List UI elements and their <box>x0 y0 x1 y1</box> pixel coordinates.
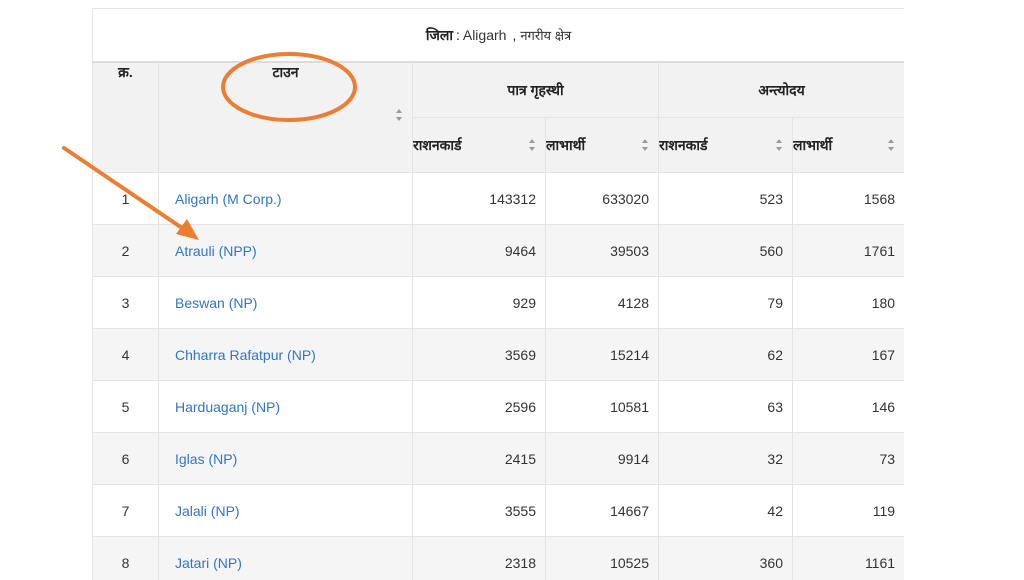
table-row: 8 Jatari (NP) 2318 10525 360 1161 <box>92 536 904 580</box>
header-serial: क्र. <box>92 61 159 173</box>
header-aay-ration-cards[interactable]: राशनकार्ड <box>658 117 793 173</box>
table-row: 1 Aligarh (M Corp.) 143312 633020 523 15… <box>92 172 904 225</box>
table-row: 4 Chharra Rafatpur (NP) 3569 15214 62 16… <box>92 328 904 381</box>
cell-aay-beneficiaries: 1568 <box>791 172 904 225</box>
caption-comma: , <box>512 26 517 43</box>
cell-town: Aligarh (M Corp.) <box>158 172 413 225</box>
cell-ph-beneficiaries: 9914 <box>545 432 659 485</box>
header-ph-ration-cards-label: राशनकार्ड <box>413 136 462 153</box>
cell-aay-beneficiaries: 180 <box>791 276 904 329</box>
cell-aay-cards: 63 <box>658 380 793 433</box>
cell-serial: 6 <box>92 432 159 485</box>
town-link[interactable]: Atrauli (NPP) <box>175 243 257 259</box>
header-town[interactable]: टाउन <box>158 61 413 173</box>
cell-aay-cards: 42 <box>658 484 793 537</box>
header-ph-ration-cards[interactable]: राशनकार्ड <box>412 117 546 173</box>
cell-aay-beneficiaries: 146 <box>791 380 904 433</box>
header-group-eligible-household: पात्र गृहस्थी <box>412 61 659 118</box>
town-link[interactable]: Beswan (NP) <box>175 295 257 311</box>
header-row-top: क्र. टाउन पात्र गृहस्थी अन्त्योदय <box>92 61 904 173</box>
cell-ph-beneficiaries: 14667 <box>545 484 659 537</box>
header-group-antyodaya-label: अन्त्योदय <box>758 81 805 98</box>
cell-town: Harduaganj (NP) <box>158 380 413 433</box>
header-ph-beneficiaries-label: लाभार्थी <box>546 136 586 153</box>
table-caption: जिला: Aligarh, नगरीय क्षेत्र <box>92 8 904 63</box>
cell-town: Jatari (NP) <box>158 536 413 580</box>
table-row: 3 Beswan (NP) 929 4128 79 180 <box>92 276 904 329</box>
cell-aay-cards: 360 <box>658 536 793 580</box>
town-link[interactable]: Jalali (NP) <box>175 503 240 519</box>
area-type: नगरीय क्षेत्र <box>520 27 572 43</box>
table-row: 6 Iglas (NP) 2415 9914 32 73 <box>92 432 904 485</box>
cell-serial: 2 <box>92 224 159 277</box>
cell-aay-cards: 32 <box>658 432 793 485</box>
cell-town: Chharra Rafatpur (NP) <box>158 328 413 381</box>
cell-aay-cards: 62 <box>658 328 793 381</box>
ration-card-table-container: जिला: Aligarh, नगरीय क्षेत्र क्र. टाउन पात… <box>92 8 904 580</box>
cell-serial: 7 <box>92 484 159 537</box>
header-group-antyodaya: अन्त्योदय <box>657 61 904 118</box>
header-serial-label: क्र. <box>118 64 133 80</box>
district-value: Aligarh <box>462 26 507 43</box>
cell-aay-cards: 560 <box>658 224 793 277</box>
screenshot-stage: जिला: Aligarh, नगरीय क्षेत्र क्र. टाउन पात… <box>0 0 1024 580</box>
cell-serial: 1 <box>92 172 159 225</box>
cell-aay-beneficiaries: 119 <box>791 484 904 537</box>
table-row: 5 Harduaganj (NP) 2596 10581 63 146 <box>92 380 904 433</box>
cell-ph-beneficiaries: 633020 <box>545 172 659 225</box>
town-link[interactable]: Chharra Rafatpur (NP) <box>175 347 316 363</box>
town-link[interactable]: Jatari (NP) <box>175 555 242 571</box>
sort-icon[interactable] <box>396 109 402 121</box>
sort-icon[interactable] <box>888 139 895 151</box>
cell-ph-beneficiaries: 10581 <box>545 380 659 433</box>
cell-ph-cards: 143312 <box>412 172 546 225</box>
cell-town: Jalali (NP) <box>158 484 413 537</box>
cell-town: Atrauli (NPP) <box>158 224 413 277</box>
ration-card-table: जिला: Aligarh, नगरीय क्षेत्र क्र. टाउन पात… <box>92 8 904 580</box>
cell-serial: 8 <box>92 536 159 580</box>
town-link[interactable]: Iglas (NP) <box>175 451 237 467</box>
cell-ph-beneficiaries: 4128 <box>545 276 659 329</box>
cell-ph-cards: 3555 <box>412 484 546 537</box>
caption-separator: : <box>455 26 460 43</box>
cell-ph-beneficiaries: 39503 <box>545 224 659 277</box>
header-town-label: टाउन <box>272 64 299 80</box>
cell-aay-cards: 79 <box>658 276 793 329</box>
header-aay-beneficiaries-label: लाभार्थी <box>793 136 833 153</box>
cell-ph-cards: 2415 <box>412 432 546 485</box>
header-ph-beneficiaries[interactable]: लाभार्थी <box>545 117 659 173</box>
cell-ph-cards: 2318 <box>412 536 546 580</box>
cell-serial: 4 <box>92 328 159 381</box>
table-row: 7 Jalali (NP) 3555 14667 42 119 <box>92 484 904 537</box>
header-group-eligible-household-label: पात्र गृहस्थी <box>507 81 564 98</box>
cell-aay-beneficiaries: 73 <box>791 432 904 485</box>
town-link[interactable]: Aligarh (M Corp.) <box>175 191 282 207</box>
cell-town: Beswan (NP) <box>158 276 413 329</box>
cell-ph-beneficiaries: 15214 <box>545 328 659 381</box>
cell-ph-beneficiaries: 10525 <box>545 536 659 580</box>
sort-icon[interactable] <box>642 139 648 151</box>
table-caption-row: जिला: Aligarh, नगरीय क्षेत्र <box>92 8 904 63</box>
cell-aay-beneficiaries: 167 <box>791 328 904 381</box>
table-row: 2 Atrauli (NPP) 9464 39503 560 1761 <box>92 224 904 277</box>
header-aay-ration-cards-label: राशनकार्ड <box>659 136 708 153</box>
sort-icon[interactable] <box>529 139 535 151</box>
cell-serial: 5 <box>92 380 159 433</box>
cell-ph-cards: 3569 <box>412 328 546 381</box>
cell-aay-beneficiaries: 1761 <box>791 224 904 277</box>
cell-ph-cards: 2596 <box>412 380 546 433</box>
cell-town: Iglas (NP) <box>158 432 413 485</box>
header-aay-beneficiaries[interactable]: लाभार्थी <box>791 117 904 173</box>
cell-serial: 3 <box>92 276 159 329</box>
cell-aay-beneficiaries: 1161 <box>791 536 904 580</box>
cell-ph-cards: 929 <box>412 276 546 329</box>
cell-ph-cards: 9464 <box>412 224 546 277</box>
town-link[interactable]: Harduaganj (NP) <box>175 399 280 415</box>
district-label: जिला <box>425 26 453 43</box>
sort-icon[interactable] <box>776 139 782 151</box>
cell-aay-cards: 523 <box>658 172 793 225</box>
